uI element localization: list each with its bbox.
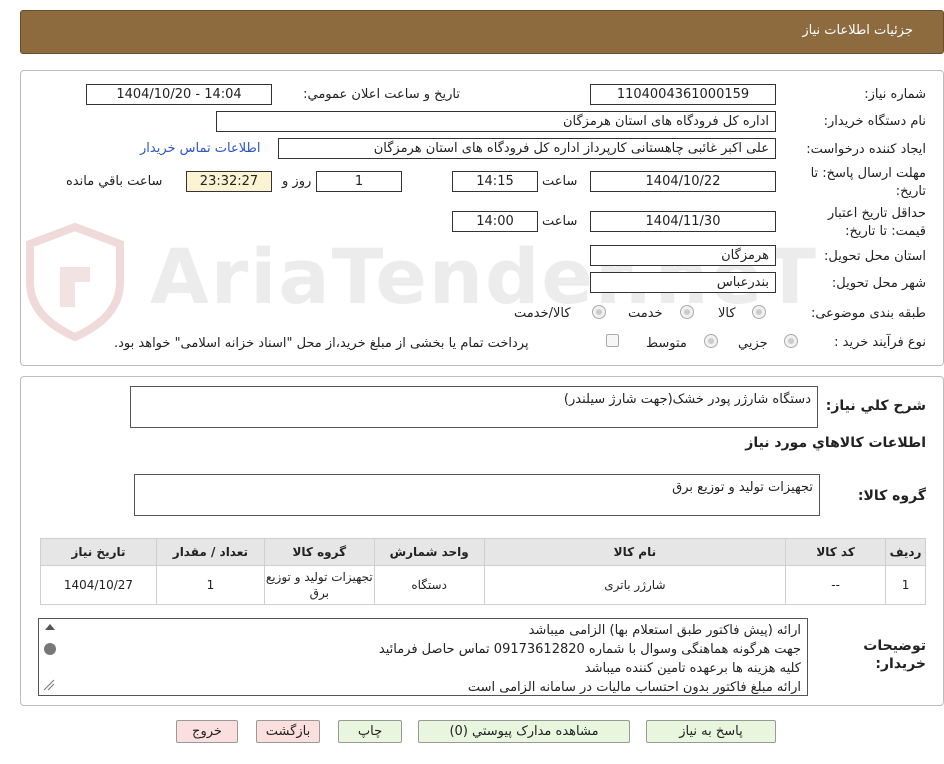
buyer-org-field[interactable]: اداره کل فرودگاه های استان هرمزگان (216, 111, 776, 132)
need-number-field[interactable]: 1104004361000159 (590, 84, 776, 105)
col-group: گروه کالا (263, 538, 375, 566)
col-qty: تعداد / مقدار (155, 538, 265, 566)
back-button[interactable]: بازگشت (256, 720, 320, 743)
buyer-notes-label-2: خريدار: (875, 656, 926, 672)
scroll-up-icon (45, 624, 55, 630)
resize-grip-icon (43, 679, 55, 691)
process-medium-label: متوسط (646, 336, 687, 351)
treasury-checkbox[interactable] (606, 334, 619, 347)
cell-group: تجهیزات تولید و توزیع برق (263, 565, 375, 605)
need-number-label: شماره نياز: (864, 87, 926, 102)
col-row: رديف (885, 538, 926, 566)
col-code: کد کالا (785, 538, 887, 566)
announce-label: تاريخ و ساعت اعلان عمومي: (303, 87, 460, 102)
remaining-label: ساعت باقي مانده (66, 174, 163, 189)
category-label: طبقه بندی موضوعی: (810, 306, 926, 321)
reply-button[interactable]: پاسخ به نياز (646, 720, 776, 743)
goods-group-label: گروه کالا: (857, 488, 926, 504)
province-field[interactable]: هرمزگان (590, 245, 776, 266)
deadline-date-field[interactable]: 1404/10/22 (590, 171, 776, 192)
category-goods-radio[interactable] (752, 305, 766, 319)
items-table: رديف کد کالا نام کالا واحد شمارش گروه کا… (40, 538, 926, 605)
cell-row: 1 (885, 565, 926, 605)
category-goods-label: کالا (718, 306, 736, 321)
days-label: روز و (282, 174, 312, 189)
goods-group-field[interactable]: تجهیزات تولید و توزیع برق (134, 474, 820, 516)
cell-code: -- (785, 565, 887, 605)
buyer-note-line: ارائه مبلغ فاکتور بدون احتساب مالیات در … (467, 680, 801, 695)
items-section-title: اطلاعات کالاهاي مورد نياز (745, 435, 926, 451)
buyer-notes-label: توضيحات (863, 638, 926, 654)
buyer-notes-box[interactable]: ارائه (پیش فاکتور طبق استعلام بها) الزام… (38, 618, 808, 696)
general-desc-label: شرح کلي نياز: (825, 398, 926, 414)
validity-label-2: قيمت: تا تاريخ: (845, 224, 926, 239)
announce-field[interactable]: 1404/10/20 - 14:04 (86, 84, 272, 105)
process-minor-radio[interactable] (784, 334, 798, 348)
remaining-time-field: 23:32:27 (186, 171, 272, 192)
validity-time-label: ساعت (542, 214, 578, 229)
items-table-header-row: رديف کد کالا نام کالا واحد شمارش گروه کا… (40, 538, 926, 566)
print-button[interactable]: چاپ (338, 720, 402, 743)
deadline-time-label: ساعت (542, 174, 578, 189)
buyer-note-line: کلیه هزینه ها برعهده تامین کننده میباشد (584, 661, 801, 676)
process-label: نوع فرآيند خريد : (834, 335, 926, 350)
category-service-label: خدمت (628, 306, 663, 321)
buyer-note-line: ارائه (پیش فاکتور طبق استعلام بها) الزام… (528, 623, 801, 638)
col-date: تاريخ نياز (40, 538, 157, 566)
creator-field[interactable]: علی اکبر غائبی چاهستانی کارپرداز اداره ک… (278, 138, 776, 159)
cell-qty: 1 (155, 565, 265, 605)
col-name: نام کالا (483, 538, 787, 566)
scroll-thumb (44, 643, 56, 655)
validity-date-field[interactable]: 1404/11/30 (590, 211, 776, 232)
deadline-label-2: تاريخ: (895, 184, 926, 199)
creator-label: ايجاد کننده درخواست: (806, 142, 926, 157)
page-title: جزئيات اطلاعات نياز (802, 23, 913, 38)
process-medium-radio[interactable] (704, 334, 718, 348)
days-field[interactable]: 1 (316, 171, 402, 192)
city-label: شهر محل تحويل: (831, 276, 926, 291)
page-header: جزئيات اطلاعات نياز (20, 10, 944, 54)
cell-date: 1404/10/27 (40, 565, 157, 605)
notes-scrollbar[interactable] (40, 620, 60, 694)
buyer-note-line: جهت هرگونه هماهنگی وسوال با شماره 091736… (378, 642, 801, 657)
category-goods-service-radio[interactable] (592, 305, 606, 319)
exit-button[interactable]: خروج (176, 720, 238, 743)
view-documents-button[interactable]: مشاهده مدارک پيوستي (0) (418, 720, 630, 743)
table-row: 1 -- شارژر باتری دستگاه تجهیزات تولید و … (40, 565, 926, 605)
city-field[interactable]: بندرعباس (590, 272, 776, 293)
general-desc-field[interactable]: دستگاه شارژر پودر خشک(جهت شارژ سیلندر) (130, 386, 818, 428)
province-label: استان محل تحويل: (824, 249, 926, 264)
validity-label: حداقل تاريخ اعتبار (827, 206, 926, 221)
cell-unit: دستگاه (373, 565, 485, 605)
process-minor-label: جزيي (738, 336, 768, 351)
col-unit: واحد شمارش (373, 538, 485, 566)
cell-name: شارژر باتری (483, 565, 787, 605)
buyer-contact-link[interactable]: اطلاعات تماس خريدار (140, 141, 260, 156)
deadline-label: مهلت ارسال پاسخ: تا (810, 166, 926, 181)
treasury-note: پرداخت تمام يا بخشی از مبلغ خريد،از محل … (114, 336, 529, 351)
validity-time-field[interactable]: 14:00 (452, 211, 538, 232)
buyer-org-label: نام دستگاه خريدار: (823, 114, 926, 129)
category-goods-service-label: کالا/خدمت (514, 306, 571, 321)
deadline-time-field[interactable]: 14:15 (452, 171, 538, 192)
category-service-radio[interactable] (680, 305, 694, 319)
